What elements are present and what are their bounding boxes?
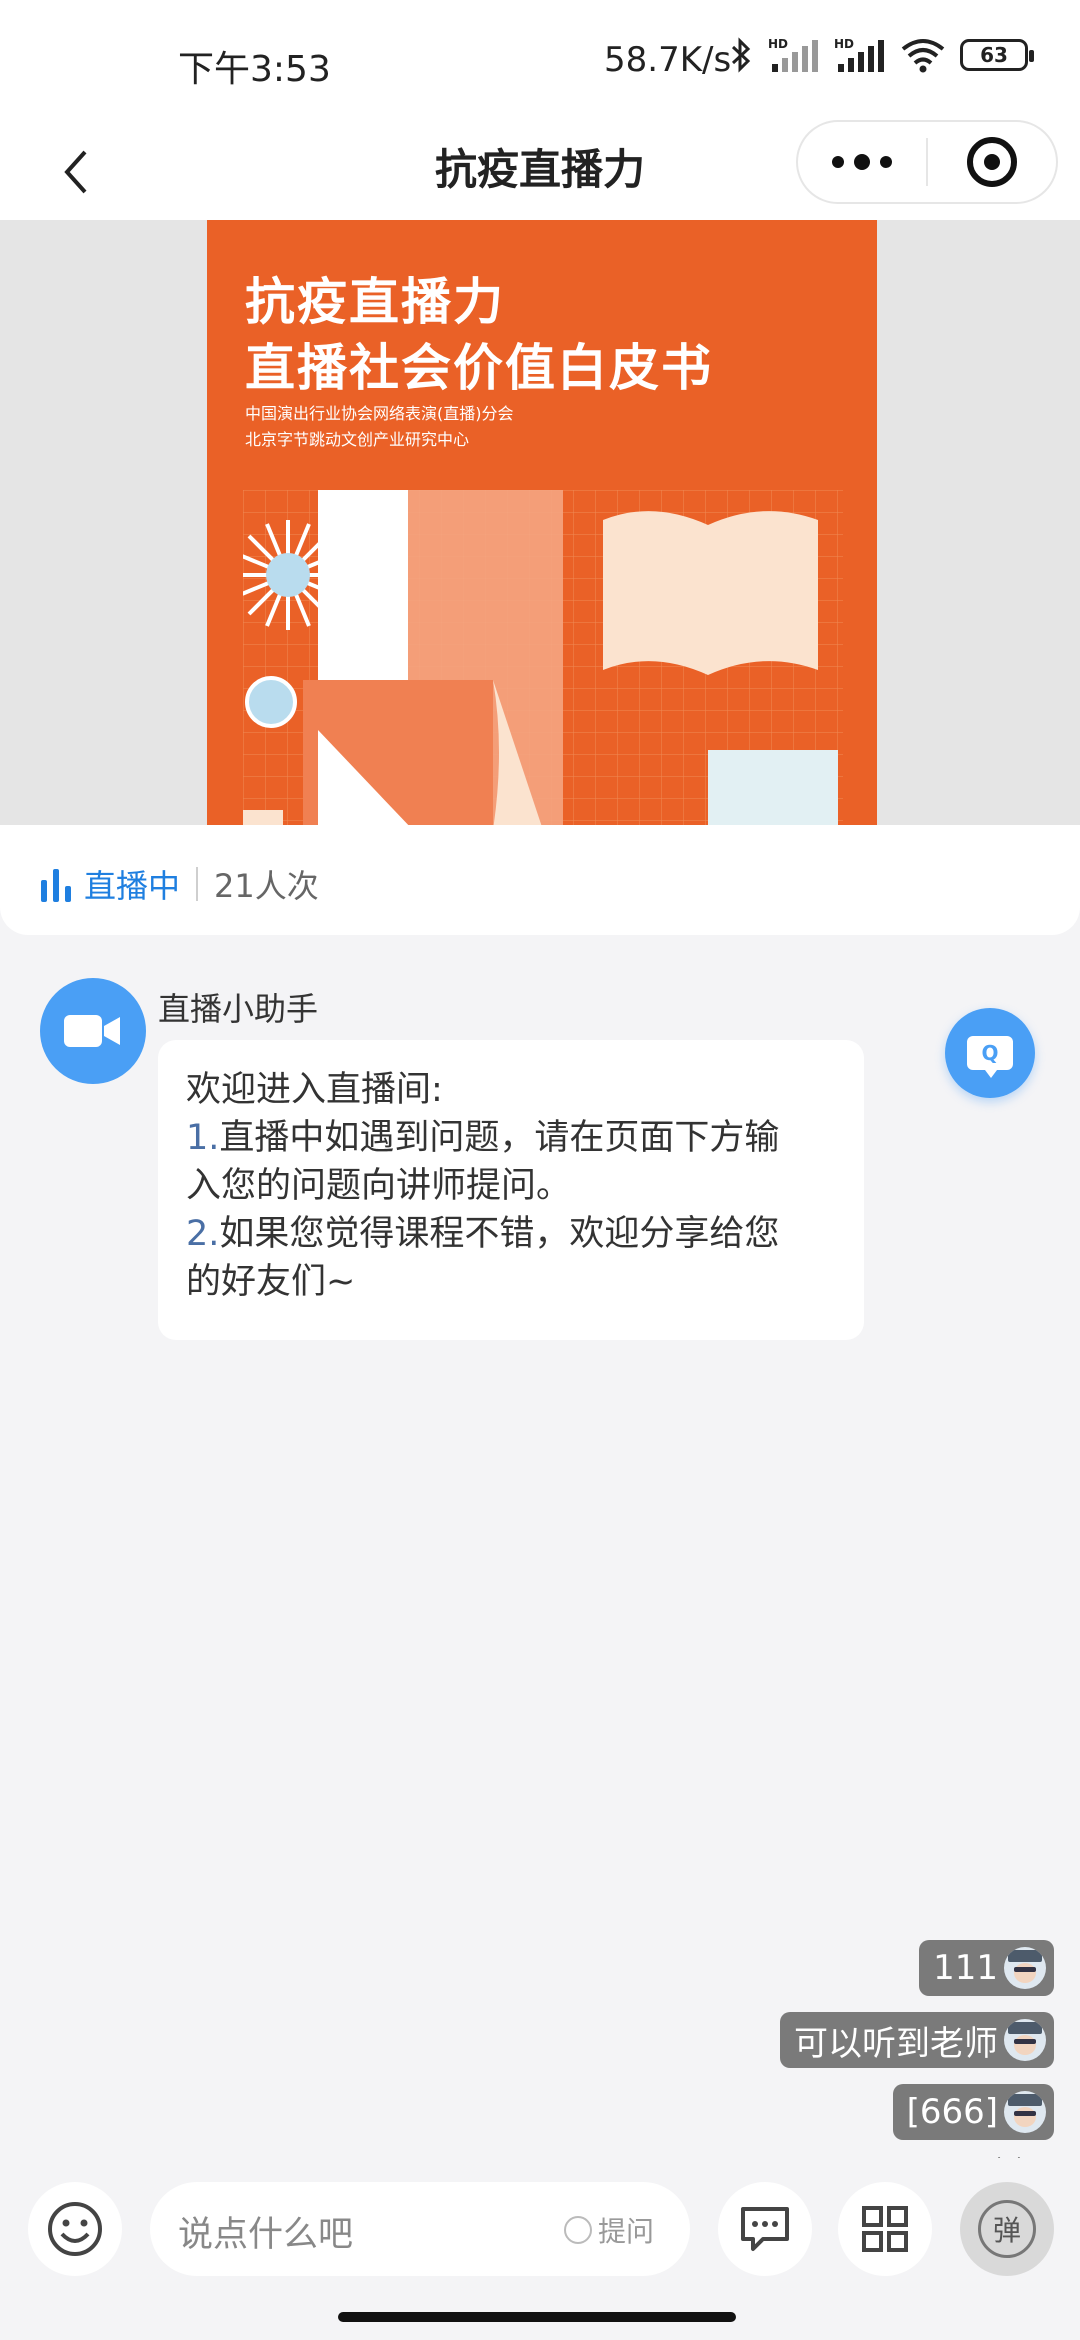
cover-subtitle-line1: 中国演出行业协会网络表演(直播)分会 (245, 404, 514, 423)
message-line: 的好友们~ (186, 1262, 356, 1302)
wifi-icon (901, 39, 945, 73)
message-line: 2.如果您觉得课程不错，欢迎分享给您 (186, 1214, 780, 1254)
cover-title-line1: 抗疫直播力 (245, 273, 505, 331)
danmaku-toggle-button[interactable]: 弹 (960, 2182, 1054, 2276)
target-close-icon (966, 137, 1017, 187)
cover-illustration (243, 490, 843, 825)
svg-text:HD: HD (768, 37, 788, 51)
danmaku-toggle-icon: 弹 (978, 2200, 1036, 2258)
cover-title-line2: 直播社会价值白皮书 (245, 339, 713, 397)
nav-bar: 抗疫直播力 (0, 120, 1080, 220)
video-camera-icon (64, 1015, 120, 1047)
emoji-button[interactable] (28, 2182, 122, 2276)
danmaku-item: 111 (919, 1940, 1054, 1996)
live-cover-image: 抗疫直播力 直播社会价值白皮书 中国演出行业协会网络表演(直播)分会 北京字节跳… (207, 220, 877, 825)
smiley-icon (48, 2202, 102, 2256)
status-icons: HD HD 63 (728, 36, 1034, 74)
hd-signal-icon: HD (768, 37, 818, 72)
ask-question-toggle[interactable]: 提问 (564, 2210, 654, 2250)
danmaku-text: 111 (933, 1948, 998, 1988)
view-count: 21人次 (214, 867, 319, 905)
live-bars-icon (41, 869, 71, 902)
message-line: 1.直播中如遇到问题，请在页面下方输 (186, 1118, 780, 1158)
message-sender: 直播小助手 (158, 990, 319, 1028)
home-indicator[interactable] (338, 2312, 736, 2322)
battery-icon: 63 (960, 39, 1034, 71)
welcome-message: 欢迎进入直播间: 1.直播中如遇到问题，请在页面下方输 入您的问题向讲师提问。 … (158, 1040, 864, 1340)
battery-level: 63 (980, 43, 1008, 67)
more-dots-icon (832, 156, 844, 168)
user-avatar (1004, 2091, 1046, 2133)
qa-float-button[interactable]: Q (945, 1008, 1035, 1098)
miniapp-capsule (796, 120, 1058, 204)
live-divider (196, 867, 199, 901)
grid-icon (862, 2206, 908, 2252)
user-avatar (1004, 1947, 1046, 1989)
comment-button[interactable] (718, 2182, 812, 2276)
status-bar: 下午3:53 58.7K/s HD HD 63 (0, 0, 1080, 120)
radio-icon (564, 2216, 592, 2244)
chat-input-placeholder: 说点什么吧 (178, 2215, 354, 2255)
question-icon: Q (967, 1036, 1013, 1078)
more-button[interactable] (798, 122, 926, 202)
close-miniapp-button[interactable] (928, 122, 1056, 202)
danmaku-text: [666] (906, 2092, 998, 2132)
user-avatar (1004, 2019, 1046, 2061)
hd-signal-icon: HD (834, 37, 884, 72)
chat-input[interactable]: 说点什么吧 提问 (150, 2182, 690, 2276)
more-apps-button[interactable] (838, 2182, 932, 2276)
svg-text:HD: HD (834, 37, 854, 51)
live-player[interactable]: 抗疫直播力 直播社会价值白皮书 中国演出行业协会网络表演(直播)分会 北京字节跳… (0, 220, 1080, 825)
danmaku-item: 可以听到老师 (780, 2012, 1054, 2068)
network-speed: 58.7K/s (604, 40, 732, 80)
live-status: 直播中 21人次 (40, 861, 319, 907)
ask-label: 提问 (598, 2215, 655, 2248)
message-line: 欢迎进入直播间: (186, 1070, 443, 1110)
live-info-bar: 直播中 21人次 (0, 825, 1080, 935)
message-line: 入您的问题向讲师提问。 (186, 1166, 572, 1206)
danmaku-text: 可以听到老师 (794, 2023, 998, 2064)
status-time: 下午3:53 (178, 49, 331, 90)
assistant-avatar[interactable] (40, 978, 146, 1084)
bluetooth-icon (731, 37, 751, 73)
comment-icon (741, 2207, 789, 2251)
live-status-label: 直播中 (84, 867, 181, 905)
danmaku-item: [666] (892, 2084, 1054, 2140)
cover-subtitle-line2: 北京字节跳动文创产业研究中心 (245, 430, 470, 449)
